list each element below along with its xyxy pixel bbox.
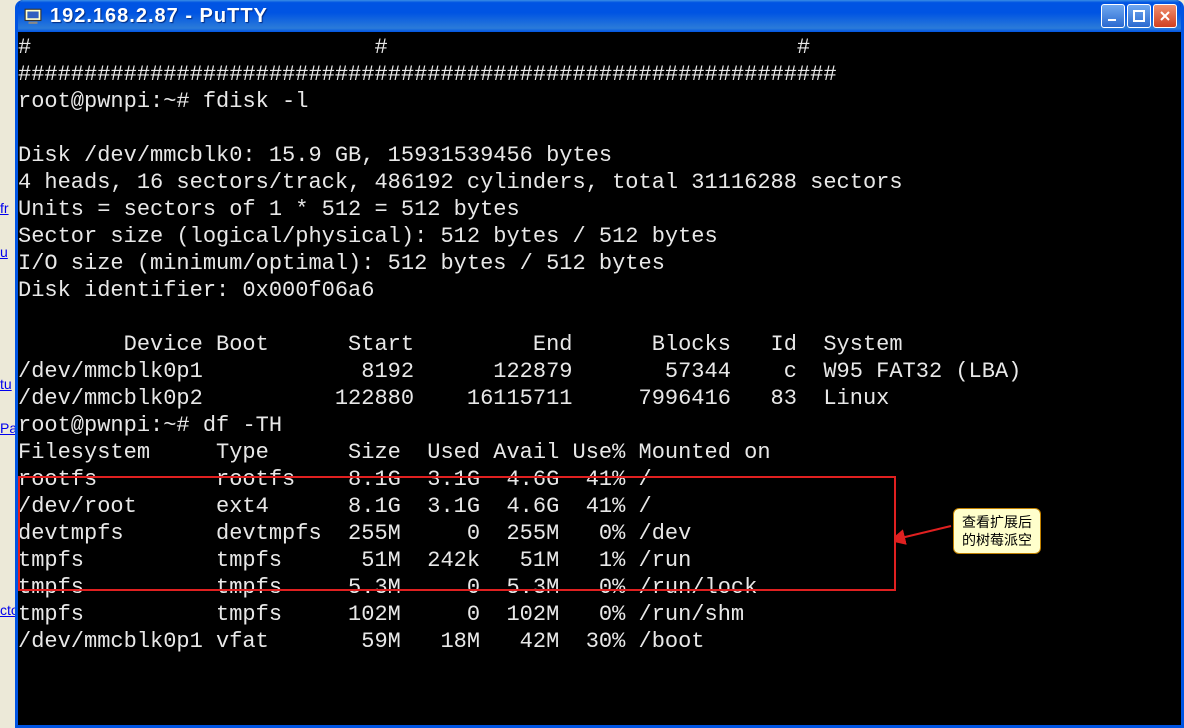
callout-text: 的树莓派空 (962, 531, 1032, 549)
table-row: rootfs rootfs 8.1G 3.1G 4.6G 41% / (18, 467, 652, 492)
terminal-area[interactable]: # # # ##################################… (18, 32, 1181, 725)
titlebar[interactable]: 192.168.2.87 - PuTTY (18, 0, 1181, 32)
term-line: Units = sectors of 1 * 512 = 512 bytes (18, 197, 520, 222)
term-line: Disk identifier: 0x000f06a6 (18, 278, 374, 303)
annotation-callout: 查看扩展后 的树莓派空 (953, 508, 1041, 554)
window-title: 192.168.2.87 - PuTTY (50, 5, 1101, 28)
term-line: 4 heads, 16 sectors/track, 486192 cylind… (18, 170, 903, 195)
prompt: root@pwnpi:~# df -TH (18, 413, 282, 438)
table-row: tmpfs tmpfs 5.3M 0 5.3M 0% /run/lock (18, 575, 757, 600)
term-line: Sector size (logical/physical): 512 byte… (18, 224, 718, 249)
maximize-button[interactable] (1127, 4, 1151, 28)
term-line: # # # (18, 35, 810, 60)
partition-header: Device Boot Start End Blocks Id System (18, 332, 903, 357)
minimize-button[interactable] (1101, 4, 1125, 28)
close-button[interactable] (1153, 4, 1177, 28)
table-row: /dev/mmcblk0p2 122880 16115711 7996416 8… (18, 386, 889, 411)
table-row: /dev/mmcblk0p1 vfat 59M 18M 42M 30% /boo… (18, 629, 705, 654)
table-row: tmpfs tmpfs 102M 0 102M 0% /run/shm (18, 602, 744, 627)
table-row: /dev/root ext4 8.1G 3.1G 4.6G 41% / (18, 494, 652, 519)
term-line: Disk /dev/mmcblk0: 15.9 GB, 15931539456 … (18, 143, 612, 168)
df-header: Filesystem Type Size Used Avail Use% Mou… (18, 440, 771, 465)
table-row: tmpfs tmpfs 51M 242k 51M 1% /run (18, 548, 691, 573)
table-row: devtmpfs devtmpfs 255M 0 255M 0% /dev (18, 521, 691, 546)
callout-text: 查看扩展后 (962, 513, 1032, 531)
table-row: /dev/mmcblk0p1 8192 122879 57344 c W95 F… (18, 359, 1021, 384)
term-line: I/O size (minimum/optimal): 512 bytes / … (18, 251, 665, 276)
term-line: ########################################… (18, 62, 837, 87)
prompt: root@pwnpi:~# fdisk -l (18, 89, 308, 114)
putty-window: 192.168.2.87 - PuTTY # # # #############… (15, 0, 1184, 728)
window-controls (1101, 4, 1177, 28)
putty-icon (24, 7, 42, 25)
